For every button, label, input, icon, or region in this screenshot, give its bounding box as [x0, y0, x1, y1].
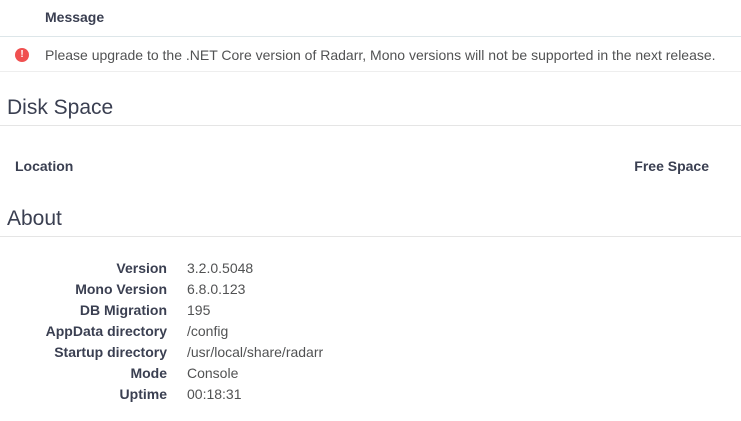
health-table-header: Message: [0, 0, 741, 37]
about-value: Console: [187, 365, 239, 381]
column-header-free-space: Free Space: [634, 158, 709, 174]
about-value: 3.2.0.5048: [187, 260, 254, 276]
about-value: 6.8.0.123: [187, 281, 246, 297]
about-label: Startup directory: [54, 344, 167, 360]
about-row-appdata-directory: AppData directory /config: [0, 323, 741, 344]
about-label: AppData directory: [45, 323, 167, 339]
disk-space-table-header: Location Free Space: [0, 155, 741, 177]
about-value: 00:18:31: [187, 386, 242, 402]
about-row-version: Version 3.2.0.5048: [0, 260, 741, 281]
system-status-page: Message ! Please upgrade to the .NET Cor…: [0, 0, 741, 421]
about-value: 195: [187, 302, 211, 318]
column-header-location: Location: [15, 158, 74, 174]
disk-space-divider: [0, 125, 741, 126]
about-value: /config: [187, 323, 229, 339]
about-row-uptime: Uptime 00:18:31: [0, 386, 741, 407]
health-table-row: ! Please upgrade to the .NET Core versio…: [0, 37, 741, 72]
about-value: /usr/local/share/radarr: [187, 344, 324, 360]
about-label: Uptime: [119, 386, 167, 402]
disk-space-title: Disk Space: [7, 96, 114, 119]
about-label: Mode: [130, 365, 167, 381]
about-label: Version: [116, 260, 167, 276]
about-row-startup-directory: Startup directory /usr/local/share/radar…: [0, 344, 741, 365]
about-row-mono-version: Mono Version 6.8.0.123: [0, 281, 741, 302]
about-row-db-migration: DB Migration 195: [0, 302, 741, 323]
about-label: DB Migration: [79, 302, 167, 318]
health-message: Please upgrade to the .NET Core version …: [45, 47, 716, 63]
column-header-message: Message: [45, 9, 105, 25]
about-divider: [0, 236, 741, 237]
about-title: About: [7, 207, 62, 230]
about-row-mode: Mode Console: [0, 365, 741, 386]
error-circle-icon: !: [15, 48, 29, 62]
about-label: Mono Version: [75, 281, 167, 297]
